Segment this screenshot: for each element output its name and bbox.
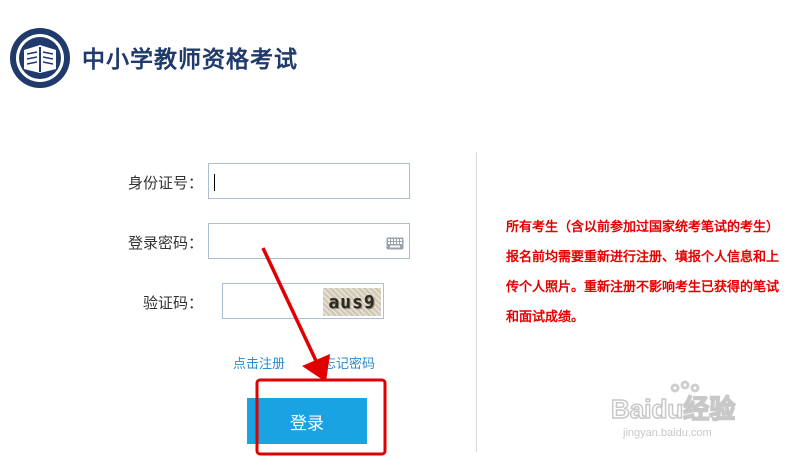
captcha-image[interactable]: aus9 <box>323 288 381 316</box>
watermark-url-text: jingyan.baidu.com <box>622 427 712 439</box>
password-label: 登录密码： <box>127 234 203 252</box>
watermark-brand-text: Baidu经验 <box>611 394 735 424</box>
vertical-divider <box>476 152 477 452</box>
keyboard-icon[interactable] <box>386 235 404 254</box>
registration-notice: 所有考生（含以前参加过国家统考笔试的考生）报名前均需要重新进行注册、填报个人信息… <box>506 220 780 325</box>
forgot-password-link[interactable]: 忘记密码 <box>323 353 375 372</box>
captcha-image-text: aus9 <box>328 291 376 313</box>
text-caret <box>214 174 215 191</box>
baidu-jingyan-watermark: Baidu经验 jingyan.baidu.com <box>610 380 761 442</box>
id-number-label: 身份证号： <box>127 174 203 192</box>
captcha-label: 验证码： <box>142 294 203 312</box>
password-input[interactable] <box>208 223 410 259</box>
captcha-input[interactable]: aus9 <box>222 283 384 319</box>
register-link[interactable]: 点击注册 <box>233 353 285 372</box>
site-title: 中小学教师资格考试 <box>82 47 298 73</box>
id-number-input[interactable] <box>208 163 410 199</box>
login-button[interactable]: 登录 <box>247 398 367 444</box>
exam-seal-logo-icon <box>8 26 72 90</box>
